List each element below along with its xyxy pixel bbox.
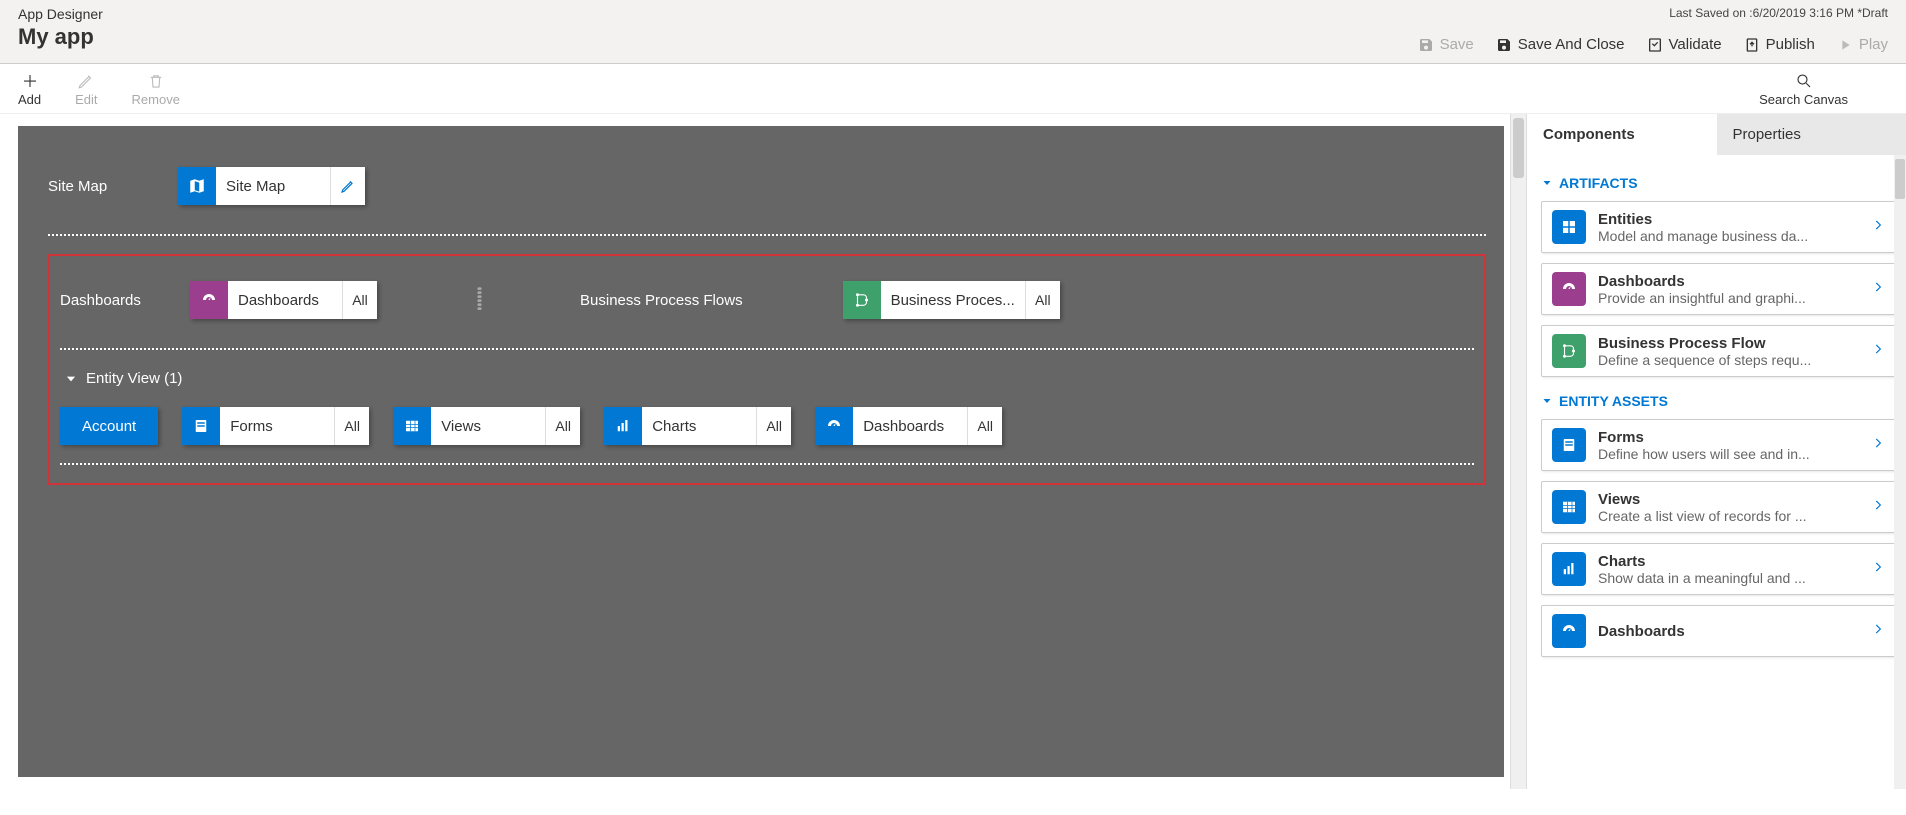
dashboards-all-label[interactable]: All [343, 281, 377, 319]
plus-icon [21, 72, 39, 90]
designer-label: App Designer [18, 6, 103, 22]
views-tile-label: Views [431, 407, 546, 445]
sitemap-tile-label: Site Map [216, 167, 331, 205]
bpf-row-label: Business Process Flows [580, 292, 743, 309]
card-entities[interactable]: Entities Model and manage business da... [1541, 201, 1896, 253]
sitemap-row-label: Site Map [48, 178, 178, 195]
save-and-close-button[interactable]: Save And Close [1496, 36, 1625, 53]
save-icon [1418, 37, 1434, 53]
remove-button: Remove [132, 72, 180, 107]
caret-down-icon [1541, 177, 1553, 189]
chevron-right-icon [1871, 498, 1885, 517]
pencil-icon [77, 72, 95, 90]
highlighted-section: Dashboards Dashboards All •••••••••••• [48, 254, 1486, 485]
grid-icon [393, 407, 431, 445]
card-dashboards[interactable]: Dashboards Provide an insightful and gra… [1541, 263, 1896, 315]
sitemap-tile[interactable]: Site Map [178, 167, 365, 205]
tab-properties[interactable]: Properties [1717, 114, 1906, 155]
gauge-icon [815, 407, 853, 445]
publish-button[interactable]: Publish [1744, 36, 1815, 53]
forms-tile-label: Forms [220, 407, 335, 445]
dashboards-tile[interactable]: Dashboards All [190, 281, 377, 319]
chevron-right-icon [1871, 342, 1885, 361]
chevron-right-icon [1871, 622, 1885, 641]
right-sidebar: Components Properties ARTIFACTS Entities… [1526, 114, 1906, 789]
gauge-icon [1552, 614, 1586, 648]
tab-components[interactable]: Components [1527, 114, 1717, 155]
edit-button: Edit [75, 72, 97, 107]
gauge-icon [1552, 272, 1586, 306]
entity-view-toggle[interactable]: Entity View (1) [64, 370, 1474, 387]
save-button: Save [1418, 36, 1474, 53]
gauge-icon [190, 281, 228, 319]
sitemap-edit-button[interactable] [331, 167, 365, 205]
scrollbar-thumb[interactable] [1513, 118, 1524, 178]
card-forms[interactable]: Forms Define how users will see and in..… [1541, 419, 1896, 471]
toolbar: Add Edit Remove Search Canvas [0, 64, 1906, 114]
app-name: My app [18, 24, 103, 50]
play-button: Play [1837, 36, 1888, 53]
sidebar-scrollbar-thumb[interactable] [1895, 159, 1905, 199]
bpf-tile[interactable]: Business Proces... All [843, 281, 1060, 319]
entity-dashboards-all-label[interactable]: All [968, 407, 1002, 445]
entity-dashboards-tile[interactable]: Dashboards All [815, 407, 1002, 445]
validate-button[interactable]: Validate [1647, 36, 1722, 53]
charts-tile-label: Charts [642, 407, 757, 445]
chevron-right-icon [1871, 560, 1885, 579]
trash-icon [147, 72, 165, 90]
canvas-scrollbar[interactable] [1510, 114, 1526, 789]
form-icon [1552, 428, 1586, 462]
chevron-right-icon [1871, 280, 1885, 299]
add-button[interactable]: Add [18, 72, 41, 107]
entities-icon [1552, 210, 1586, 244]
card-charts[interactable]: Charts Show data in a meaningful and ... [1541, 543, 1896, 595]
flow-icon [1552, 334, 1586, 368]
search-canvas-button[interactable]: Search Canvas [1759, 72, 1848, 107]
charts-all-label[interactable]: All [757, 407, 791, 445]
forms-tile[interactable]: Forms All [182, 407, 369, 445]
section-assets-toggle[interactable]: ENTITY ASSETS [1541, 393, 1896, 409]
search-icon [1795, 72, 1813, 90]
flow-icon [843, 281, 881, 319]
caret-down-icon [1541, 395, 1553, 407]
drag-handle[interactable]: •••••••••••• [477, 288, 480, 312]
charts-tile[interactable]: Charts All [604, 407, 791, 445]
chevron-right-icon [1871, 436, 1885, 455]
map-icon [178, 167, 216, 205]
play-icon [1837, 37, 1853, 53]
header-bar: App Designer My app Last Saved on :6/20/… [0, 0, 1906, 64]
forms-all-label[interactable]: All [335, 407, 369, 445]
card-bpf[interactable]: Business Process Flow Define a sequence … [1541, 325, 1896, 377]
bar-chart-icon [604, 407, 642, 445]
entity-dashboards-tile-label: Dashboards [853, 407, 968, 445]
views-all-label[interactable]: All [546, 407, 580, 445]
grid-icon [1552, 490, 1586, 524]
card-dashboards-asset[interactable]: Dashboards [1541, 605, 1896, 657]
bpf-tile-label: Business Proces... [881, 281, 1026, 319]
caret-down-icon [64, 372, 78, 386]
validate-icon [1647, 37, 1663, 53]
chevron-right-icon [1871, 218, 1885, 237]
card-views[interactable]: Views Create a list view of records for … [1541, 481, 1896, 533]
dashboards-row-label: Dashboards [60, 292, 190, 309]
views-tile[interactable]: Views All [393, 407, 580, 445]
save-close-icon [1496, 37, 1512, 53]
last-saved-text: Last Saved on :6/20/2019 3:16 PM *Draft [1669, 6, 1888, 20]
entity-account-tile[interactable]: Account [60, 407, 158, 445]
section-artifacts-toggle[interactable]: ARTIFACTS [1541, 175, 1896, 191]
form-icon [182, 407, 220, 445]
design-canvas[interactable]: Site Map Site Map Dashboards [18, 126, 1504, 777]
publish-icon [1744, 37, 1760, 53]
dashboards-tile-label: Dashboards [228, 281, 343, 319]
bar-chart-icon [1552, 552, 1586, 586]
sidebar-scrollbar[interactable] [1894, 155, 1906, 789]
bpf-all-label[interactable]: All [1026, 281, 1060, 319]
